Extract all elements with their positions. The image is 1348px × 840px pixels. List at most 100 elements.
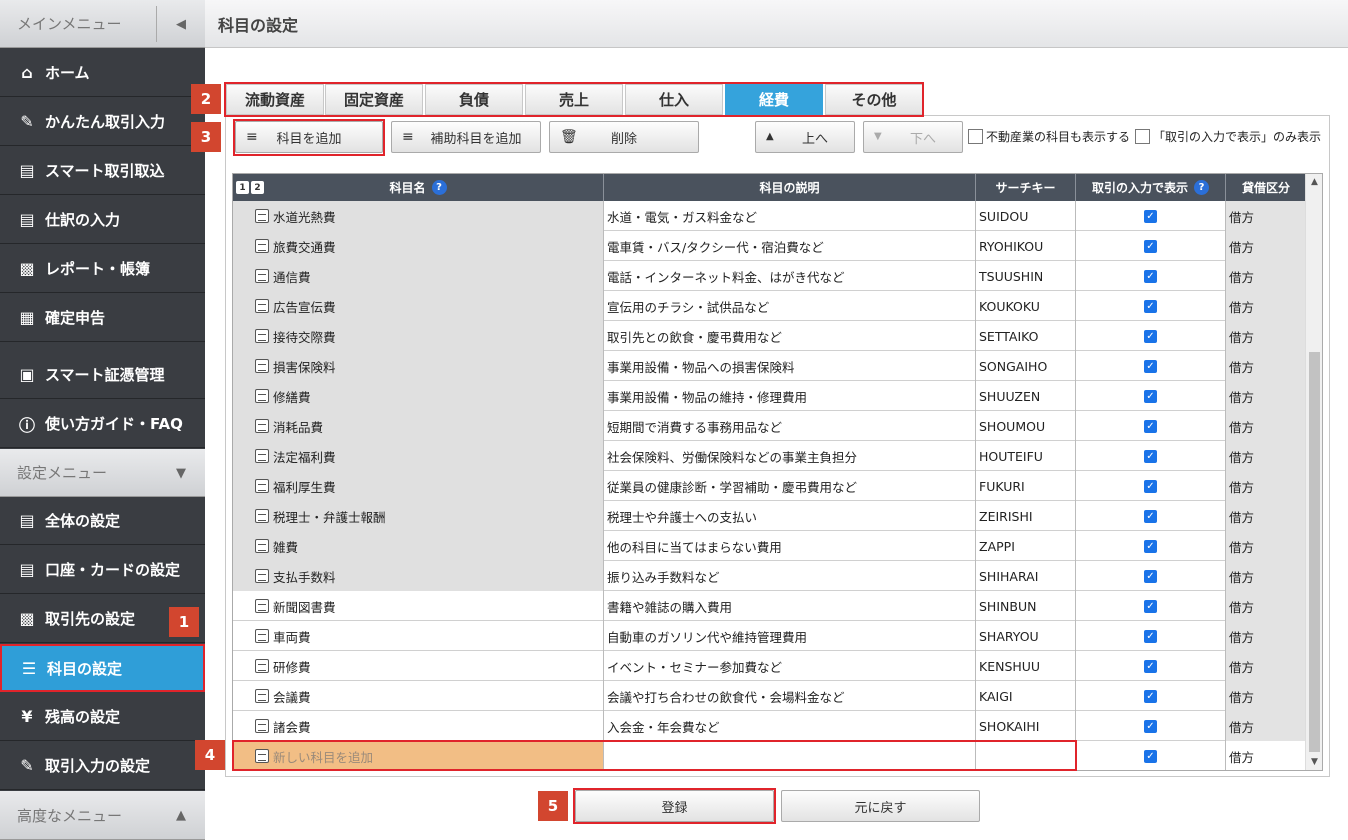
tab-current-assets[interactable]: 流動資産 — [226, 84, 324, 115]
search-key-cell[interactable]: ZAPPI — [976, 531, 1076, 561]
tab-expenses[interactable]: 経費 — [725, 84, 823, 115]
show-in-entry-checkbox[interactable]: ✓ — [1144, 749, 1157, 763]
search-key-cell[interactable]: KOUKOKU — [976, 291, 1076, 321]
column-header-description[interactable]: 科目の説明 — [604, 174, 976, 201]
account-name-cell[interactable]: 修繕費 — [233, 381, 604, 411]
show-in-entry-checkbox[interactable]: ✓ — [1144, 299, 1157, 313]
account-name-cell[interactable]: 会議費 — [233, 681, 604, 711]
add-account-button[interactable]: ≡ 科目を追加 — [235, 121, 383, 153]
show-in-entry-cell[interactable]: ✓ — [1076, 651, 1226, 681]
page-button[interactable]: 1 — [236, 181, 249, 194]
delete-button[interactable]: 🗑 削除 — [549, 121, 699, 153]
account-name-cell[interactable]: 消耗品費 — [233, 411, 604, 441]
sidebar-item-balance-settings[interactable]: ¥ 残高の設定 — [0, 693, 205, 741]
account-name-cell[interactable]: 旅費交通費 — [233, 231, 604, 261]
show-real-estate-option[interactable]: 不動産業の科目も表示する — [968, 128, 1130, 145]
table-row[interactable]: 法定福利費 社会保険料、労働保険料などの事業主負担分 HOUTEIFU ✓ 借方 — [233, 441, 1306, 471]
sidebar-item-guide-faq[interactable]: ⓘ 使い方ガイド・FAQ — [0, 400, 205, 448]
tab-other[interactable]: その他 — [825, 84, 923, 115]
show-in-entry-cell[interactable]: ✓ — [1076, 201, 1226, 231]
search-key-cell[interactable]: SETTAIKO — [976, 321, 1076, 351]
search-key-cell[interactable]: SHUUZEN — [976, 381, 1076, 411]
search-key-cell[interactable]: ZEIRISHI — [976, 501, 1076, 531]
scroll-thumb[interactable] — [1309, 352, 1320, 752]
account-description-cell[interactable]: 宣伝用のチラシ・試供品など — [604, 291, 976, 321]
table-row[interactable]: 車両費 自動車のガソリン代や維持管理費用 SHARYOU ✓ 借方 — [233, 621, 1306, 651]
account-description-cell[interactable] — [604, 741, 976, 770]
new-account-row[interactable]: 新しい科目を追加 ✓ 借方 — [233, 741, 1306, 770]
account-name-cell[interactable]: 研修費 — [233, 651, 604, 681]
chevron-down-icon[interactable]: ▼ — [157, 449, 205, 497]
account-description-cell[interactable]: 従業員の健康診断・学習補助・慶弔費用など — [604, 471, 976, 501]
show-only-input-checkbox[interactable] — [1135, 129, 1150, 144]
sidebar-item-general-settings[interactable]: ▤ 全体の設定 — [0, 497, 205, 545]
revert-button[interactable]: 元に戻す — [781, 790, 980, 822]
sidebar-item-journal[interactable]: ▤ 仕訳の入力 — [0, 196, 205, 244]
table-row[interactable]: 研修費 イベント・セミナー参加費など KENSHUU ✓ 借方 — [233, 651, 1306, 681]
tab-liabilities[interactable]: 負債 — [425, 84, 523, 115]
account-description-cell[interactable]: 電話・インターネット料金、はがき代など — [604, 261, 976, 291]
search-key-cell[interactable]: HOUTEIFU — [976, 441, 1076, 471]
search-key-cell[interactable]: FUKURI — [976, 471, 1076, 501]
account-description-cell[interactable]: 他の科目に当てはまらない費用 — [604, 531, 976, 561]
account-name-cell[interactable]: 損害保険料 — [233, 351, 604, 381]
table-row[interactable]: 水道光熱費 水道・電気・ガス料金など SUIDOU ✓ 借方 — [233, 201, 1306, 231]
account-name-cell[interactable]: 諸会費 — [233, 711, 604, 741]
account-description-cell[interactable]: 書籍や雑誌の購入費用 — [604, 591, 976, 621]
scroll-down-icon[interactable]: ▼ — [1306, 757, 1322, 767]
show-in-entry-checkbox[interactable]: ✓ — [1144, 329, 1157, 343]
show-in-entry-cell[interactable]: ✓ — [1076, 531, 1226, 561]
account-name-cell[interactable]: 車両費 — [233, 621, 604, 651]
account-name-cell[interactable]: 新聞図書費 — [233, 591, 604, 621]
account-description-cell[interactable]: 社会保険料、労働保険料などの事業主負担分 — [604, 441, 976, 471]
vertical-scrollbar[interactable]: ▲ ▼ — [1305, 174, 1322, 770]
show-in-entry-cell[interactable]: ✓ — [1076, 291, 1226, 321]
show-in-entry-checkbox[interactable]: ✓ — [1144, 659, 1157, 673]
account-description-cell[interactable]: イベント・セミナー参加費など — [604, 651, 976, 681]
search-key-cell[interactable] — [976, 741, 1076, 770]
show-in-entry-cell[interactable]: ✓ — [1076, 501, 1226, 531]
account-description-cell[interactable]: 会議や打ち合わせの飲食代・会場料金など — [604, 681, 976, 711]
show-in-entry-cell[interactable]: ✓ — [1076, 261, 1226, 291]
move-down-button[interactable]: ▼ 下へ — [863, 121, 963, 153]
sidebar-item-account-settings[interactable]: ☰ 科目の設定 — [0, 644, 205, 692]
account-description-cell[interactable]: 自動車のガソリン代や維持管理費用 — [604, 621, 976, 651]
column-header-name[interactable]: 1 2 科目名 ? — [233, 174, 604, 201]
table-row[interactable]: 旅費交通費 電車賃・バス/タクシー代・宿泊費など RYOHIKOU ✓ 借方 — [233, 231, 1306, 261]
account-description-cell[interactable]: 短期間で消費する事務用品など — [604, 411, 976, 441]
show-in-entry-cell[interactable]: ✓ — [1076, 441, 1226, 471]
account-name-cell[interactable]: 支払手数料 — [233, 561, 604, 591]
table-row[interactable]: 雑費 他の科目に当てはまらない費用 ZAPPI ✓ 借方 — [233, 531, 1306, 561]
table-row[interactable]: 消耗品費 短期間で消費する事務用品など SHOUMOU ✓ 借方 — [233, 411, 1306, 441]
table-row[interactable]: 通信費 電話・インターネット料金、はがき代など TSUUSHIN ✓ 借方 — [233, 261, 1306, 291]
add-sub-account-button[interactable]: ≡ 補助科目を追加 — [391, 121, 541, 153]
show-real-estate-checkbox[interactable] — [968, 129, 983, 144]
account-description-cell[interactable]: 入会金・年会費など — [604, 711, 976, 741]
show-in-entry-checkbox[interactable]: ✓ — [1144, 269, 1157, 283]
sidebar-item-tax-return[interactable]: ▦ 確定申告 — [0, 294, 205, 342]
show-in-entry-checkbox[interactable]: ✓ — [1144, 539, 1157, 553]
table-row[interactable]: 諸会費 入会金・年会費など SHOKAIHI ✓ 借方 — [233, 711, 1306, 741]
save-button[interactable]: 登録 — [575, 790, 774, 822]
show-in-entry-checkbox[interactable]: ✓ — [1144, 509, 1157, 523]
table-row[interactable]: 修繕費 事業用設備・物品の維持・修理費用 SHUUZEN ✓ 借方 — [233, 381, 1306, 411]
column-header-debit-credit[interactable]: 貸借区分 — [1226, 174, 1306, 201]
settings-menu-header[interactable]: 設定メニュー ▼ — [0, 449, 205, 497]
sidebar-item-entry-settings[interactable]: ✎ 取引入力の設定 — [0, 742, 205, 790]
show-in-entry-checkbox[interactable]: ✓ — [1144, 419, 1157, 433]
account-description-cell[interactable]: 事業用設備・物品の維持・修理費用 — [604, 381, 976, 411]
show-in-entry-checkbox[interactable]: ✓ — [1144, 569, 1157, 583]
sidebar-item-voucher[interactable]: ▣ スマート証憑管理 — [0, 351, 205, 399]
sidebar-item-account-card-settings[interactable]: ▤ 口座・カードの設定 — [0, 546, 205, 594]
search-key-cell[interactable]: TSUUSHIN — [976, 261, 1076, 291]
search-key-cell[interactable]: SHIHARAI — [976, 561, 1076, 591]
table-row[interactable]: 広告宣伝費 宣伝用のチラシ・試供品など KOUKOKU ✓ 借方 — [233, 291, 1306, 321]
table-row[interactable]: 新聞図書費 書籍や雑誌の購入費用 SHINBUN ✓ 借方 — [233, 591, 1306, 621]
account-name-cell[interactable]: 雑費 — [233, 531, 604, 561]
show-in-entry-cell[interactable]: ✓ — [1076, 711, 1226, 741]
search-key-cell[interactable]: SUIDOU — [976, 201, 1076, 231]
search-key-cell[interactable]: SHOKAIHI — [976, 711, 1076, 741]
show-in-entry-cell[interactable]: ✓ — [1076, 621, 1226, 651]
account-description-cell[interactable]: 事業用設備・物品への損害保険料 — [604, 351, 976, 381]
show-in-entry-checkbox[interactable]: ✓ — [1144, 599, 1157, 613]
